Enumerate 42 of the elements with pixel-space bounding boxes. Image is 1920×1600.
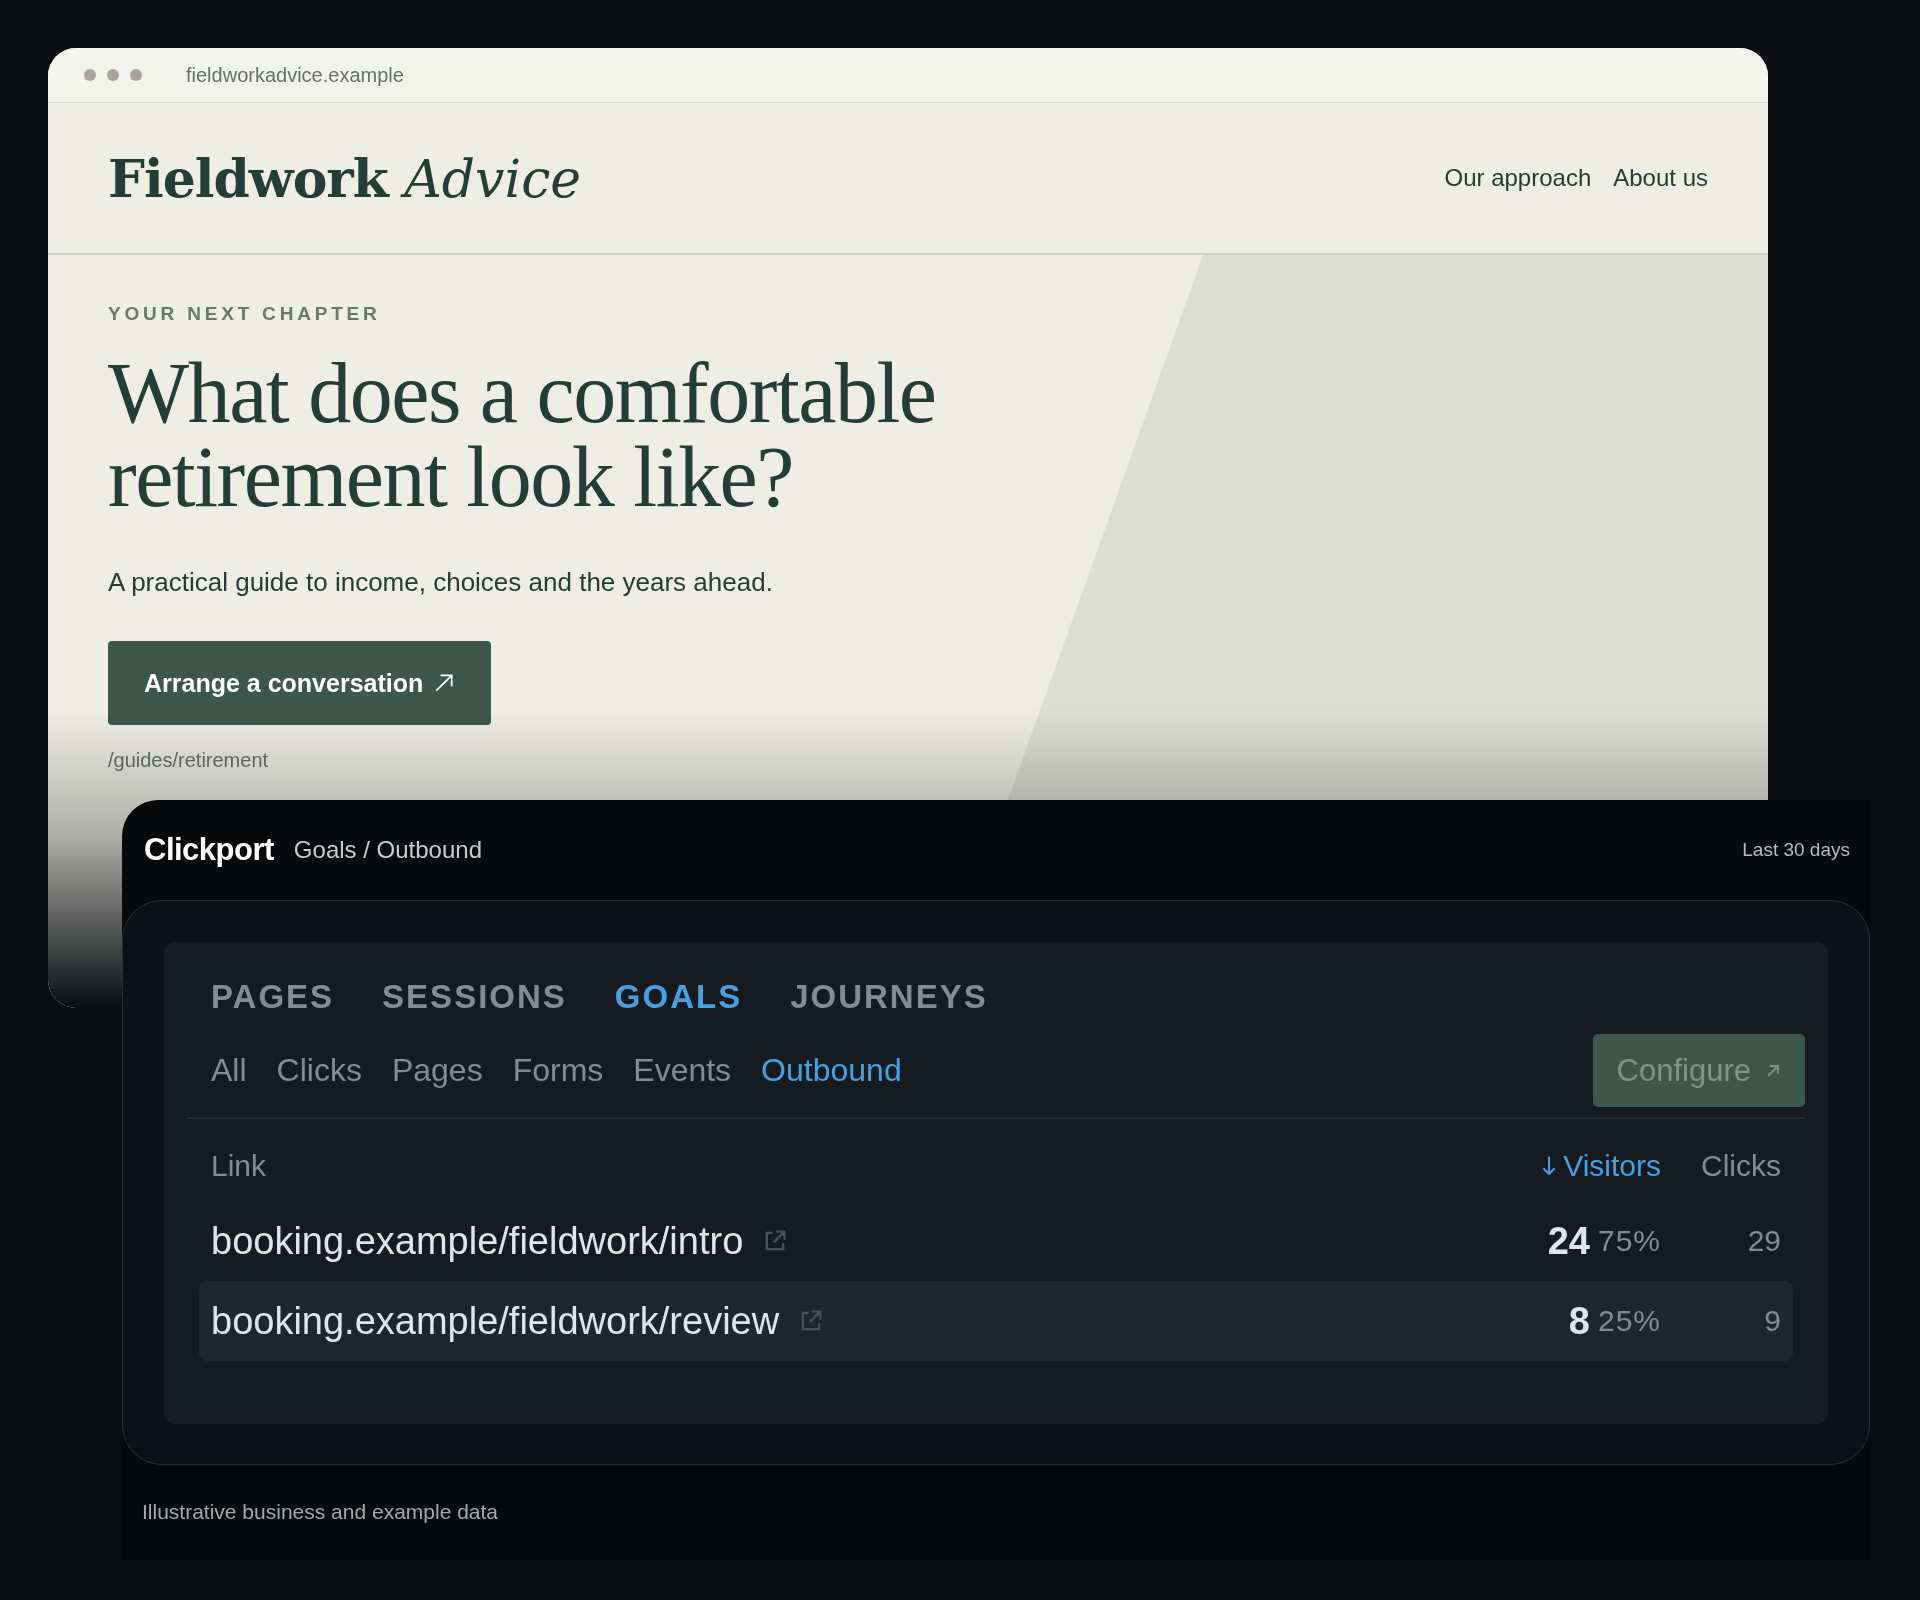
column-header[interactable]: Visitors	[1451, 1149, 1661, 1183]
link-text[interactable]: booking.example/fieldwork/intro	[211, 1219, 744, 1263]
window-dot-icon[interactable]	[84, 69, 96, 81]
nav-link[interactable]: Our approach	[1444, 164, 1592, 192]
site-logo[interactable]: Fieldwork Advice	[108, 147, 582, 209]
footnote: Illustrative business and example data	[141, 1499, 500, 1524]
column-header[interactable]: Clicks	[1661, 1149, 1781, 1183]
click-count: 9	[1764, 1304, 1781, 1338]
breadcrumb: Goals / Outbound	[293, 836, 482, 864]
url-text: fieldworkadvice.example	[186, 63, 404, 87]
tab[interactable]: PAGES	[211, 978, 335, 1016]
subtab[interactable]: Events	[633, 1052, 732, 1089]
visitor-share: 75%	[1597, 1224, 1661, 1258]
column-header[interactable]: Link	[211, 1149, 1451, 1183]
tab[interactable]: GOALS	[614, 978, 743, 1016]
tab[interactable]: JOURNEYS	[790, 978, 988, 1016]
path-text: /guides/retirement	[108, 749, 270, 772]
link-text[interactable]: booking.example/fieldwork/review	[211, 1299, 780, 1343]
click-count: 29	[1747, 1224, 1781, 1258]
sort-down-icon	[1541, 1154, 1558, 1178]
window-dot-icon[interactable]	[130, 69, 142, 81]
date-range[interactable]: Last 30 days	[1742, 839, 1850, 861]
table-row[interactable]: booking.example/fieldwork/review 8 25% 9	[199, 1281, 1793, 1361]
arrow-up-right-icon	[433, 672, 456, 694]
visitor-count: 24	[1547, 1219, 1590, 1263]
window-dot-icon[interactable]	[107, 69, 119, 81]
cta-button[interactable]: Arrange a conversation	[108, 641, 492, 725]
table-row[interactable]: booking.example/fieldwork/intro 24 75% 29	[199, 1201, 1793, 1281]
brand-name: Clickport	[144, 832, 274, 868]
subtab[interactable]: Clicks	[276, 1052, 362, 1089]
subtab[interactable]: Outbound	[761, 1052, 902, 1089]
subtitle: A practical guide to income, choices and the years ahead.	[108, 567, 774, 598]
tab[interactable]: SESSIONS	[382, 978, 567, 1016]
headline: What does a comfortable retirement look like?	[108, 351, 937, 519]
subtab[interactable]: Forms	[512, 1052, 604, 1089]
visitor-share: 25%	[1597, 1304, 1661, 1338]
arrow-up-right-icon	[1765, 1062, 1781, 1079]
nav-link[interactable]: About us	[1613, 164, 1708, 192]
subtab[interactable]: All	[211, 1052, 247, 1089]
visitor-count: 8	[1568, 1299, 1590, 1343]
eyebrow-text: YOUR NEXT CHAPTER	[108, 303, 382, 325]
subtab[interactable]: Pages	[391, 1052, 483, 1089]
